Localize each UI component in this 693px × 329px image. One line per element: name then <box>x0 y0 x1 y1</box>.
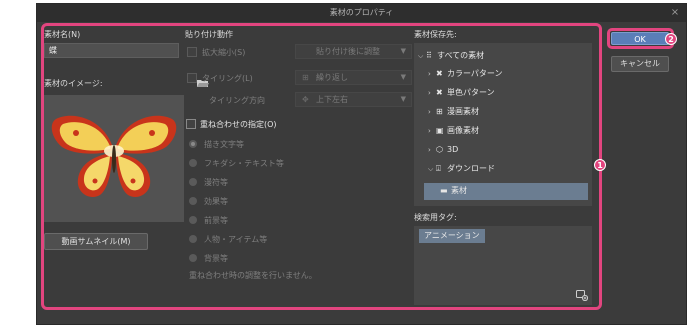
radio-effects[interactable] <box>189 197 197 205</box>
tree-item-3d[interactable]: › ⬡ 3D <box>428 142 458 158</box>
manga-frame-icon: ⊞ <box>436 107 443 116</box>
tree-item-label: カラーパターン <box>447 69 503 78</box>
scale-dropdown[interactable]: 貼り付け後に調整 ▼ <box>295 44 412 59</box>
tree-item-label: 素材 <box>451 186 467 195</box>
chevron-down-icon: ▼ <box>400 47 406 55</box>
tree-item-label: 画像素材 <box>447 126 479 135</box>
download-icon: ⍗ <box>436 164 441 173</box>
tree-item-label: 3D <box>447 145 459 154</box>
tree-item-label: 漫画素材 <box>447 107 479 116</box>
movie-thumbnail-button[interactable]: 動画サムネイル(M) <box>44 233 148 250</box>
chevron-right-icon: › <box>428 70 431 78</box>
annotation-badge-1: 1 <box>594 159 606 171</box>
tree-item-color-pattern[interactable]: › ✖ カラーパターン <box>428 66 503 82</box>
dialog-title: 素材のプロパティ <box>37 4 686 22</box>
radio-character-item-label: 人物・アイテム等 <box>204 235 268 244</box>
material-name-label: 素材名(N) <box>44 30 81 39</box>
radio-foreground-label: 前景等 <box>204 216 228 225</box>
radio-foreground[interactable] <box>189 216 197 224</box>
chevron-down-icon: ⌵ <box>428 165 434 173</box>
image-icon: ▣ <box>436 126 444 135</box>
search-tags-label: 検索用タグ: <box>414 213 457 222</box>
tiling-dropdown[interactable]: ⊞ 繰り返し ▼ <box>295 70 412 85</box>
search-tags-box[interactable]: アニメーション <box>414 226 592 305</box>
radio-background[interactable] <box>189 254 197 262</box>
chevron-right-icon: › <box>428 108 431 116</box>
overlap-checkbox[interactable] <box>186 119 196 129</box>
tiling-direction-value: 上下左右 <box>316 95 348 104</box>
overlap-label: 重ね合わせの指定(O) <box>200 120 277 129</box>
radio-balloon-text-label: フキダシ・テキスト等 <box>204 159 284 168</box>
add-tag-icon[interactable] <box>576 290 588 301</box>
pattern-icon: ✖ <box>436 69 443 78</box>
tree-item-download[interactable]: ⌵ ⍗ ダウンロード <box>428 161 495 177</box>
annotation-badge-2: 2 <box>665 33 677 45</box>
pattern-icon: ✖ <box>436 88 443 97</box>
radio-effects-label: 効果等 <box>204 197 228 206</box>
material-name-input[interactable] <box>44 43 179 58</box>
tree-item-label: 単色パターン <box>447 88 495 97</box>
four-way-arrow-icon: ✥ <box>302 95 309 104</box>
paste-behavior-heading: 貼り付け動作 <box>185 30 233 39</box>
search-tag[interactable]: アニメーション <box>419 229 485 243</box>
folder-icon: ▬ <box>440 186 448 195</box>
cancel-button[interactable]: キャンセル <box>611 56 669 72</box>
close-icon[interactable]: × <box>668 4 682 22</box>
tree-item-all-materials[interactable]: ⌵ ⠿ すべての素材 <box>418 48 484 64</box>
tiling-direction-label: タイリング方向 <box>209 96 265 105</box>
tree-item-mono-pattern[interactable]: › ✖ 単色パターン <box>428 85 495 101</box>
material-image-label: 素材のイメージ: <box>44 79 103 88</box>
radio-background-label: 背景等 <box>204 254 228 263</box>
scale-label: 拡大縮小(S) <box>202 48 246 57</box>
save-destination-tree: ⌵ ⠿ すべての素材 › ✖ カラーパターン › ✖ 単色パターン › ⊞ 漫画素材 › ▣ 画像素… <box>414 43 592 206</box>
tree-item-label: すべての素材 <box>437 51 485 60</box>
tiling-dropdown-value: 繰り返し <box>316 73 348 82</box>
scale-dropdown-value: 貼り付け後に調整 <box>316 47 380 56</box>
cube-icon: ⬡ <box>436 145 443 154</box>
tree-item-material-selected[interactable]: ▬ 素材 <box>440 183 467 199</box>
grid-icon: ⠿ <box>426 51 432 60</box>
tree-item-image-material[interactable]: › ▣ 画像素材 <box>428 123 479 139</box>
butterfly-image <box>51 115 177 198</box>
chevron-down-icon: ⌵ <box>418 52 424 60</box>
tiling-checkbox[interactable] <box>187 73 197 83</box>
overlap-note: 重ね合わせ時の調整を行いません。 <box>189 271 317 280</box>
tiling-icon: ⊞ <box>302 73 309 82</box>
radio-manpu-label: 漫符等 <box>204 178 228 187</box>
material-properties-dialog: 素材のプロパティ × 素材名(N) 素材のイメージ: <box>36 3 687 325</box>
radio-drawn-text[interactable] <box>189 140 197 148</box>
radio-manpu[interactable] <box>189 178 197 186</box>
chevron-down-icon: ▼ <box>400 73 406 81</box>
radio-balloon-text[interactable] <box>189 159 197 167</box>
chevron-right-icon: › <box>428 146 431 154</box>
radio-character-item[interactable] <box>189 235 197 243</box>
radio-drawn-text-label: 描き文字等 <box>204 140 244 149</box>
chevron-right-icon: › <box>428 89 431 97</box>
tree-item-manga-material[interactable]: › ⊞ 漫画素材 <box>428 104 479 120</box>
tiling-label: タイリング(L) <box>202 74 253 83</box>
tiling-direction-dropdown[interactable]: ✥ 上下左右 ▼ <box>295 92 412 107</box>
tree-item-label: ダウンロード <box>447 164 495 173</box>
material-image-preview <box>44 95 184 222</box>
save-destination-label: 素材保存先: <box>414 30 457 39</box>
chevron-right-icon: › <box>428 127 431 135</box>
scale-checkbox[interactable] <box>187 47 197 57</box>
chevron-down-icon: ▼ <box>400 95 406 103</box>
ok-button[interactable]: OK <box>611 32 669 45</box>
